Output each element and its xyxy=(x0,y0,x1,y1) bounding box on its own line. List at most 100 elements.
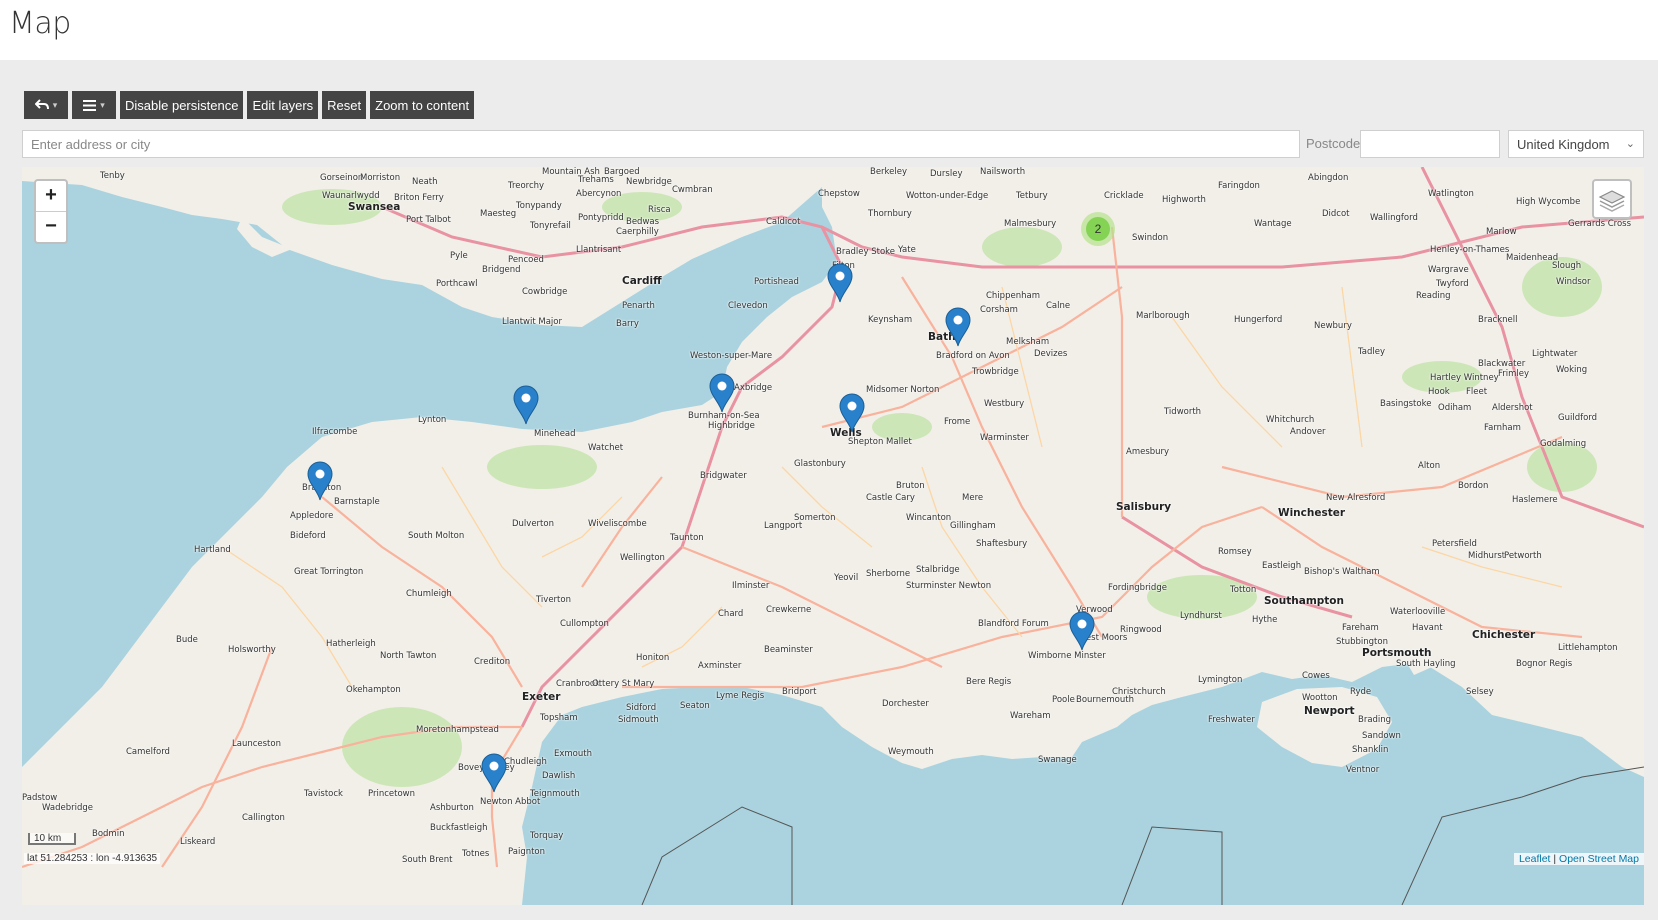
place-label: Maesteg xyxy=(480,209,517,219)
place-label: Exeter xyxy=(522,691,561,703)
place-label: Chumleigh xyxy=(406,589,452,599)
zoom-in-button[interactable]: + xyxy=(36,181,66,211)
place-label: Maidenhead xyxy=(1506,253,1559,263)
reset-button[interactable]: Reset xyxy=(322,91,367,119)
place-label: Lightwater xyxy=(1532,349,1578,359)
map-marker[interactable] xyxy=(481,753,507,793)
place-label: Woking xyxy=(1556,365,1588,375)
place-label: Wadebridge xyxy=(42,803,93,813)
hamburger-menu-icon xyxy=(83,99,97,111)
zoom-out-button[interactable]: − xyxy=(36,211,66,242)
country-select[interactable]: United Kingdom ⌄ xyxy=(1508,130,1644,158)
place-label: Dulverton xyxy=(512,519,554,529)
place-label: Wimborne Minster xyxy=(1028,651,1106,661)
place-label: Torquay xyxy=(530,831,564,841)
place-label: Bradley Stoke xyxy=(836,247,896,257)
place-label: Taunton xyxy=(670,533,704,543)
place-label: Padstow xyxy=(22,793,58,803)
place-label: Wotton-under-Edge xyxy=(906,191,989,201)
place-label: Bishop's Waltham xyxy=(1304,567,1380,577)
menu-dropdown-button[interactable]: ▾ xyxy=(72,91,116,119)
place-label: South Molton xyxy=(408,531,465,541)
place-label: Wargrave xyxy=(1428,265,1469,275)
place-label: Southampton xyxy=(1264,595,1344,607)
place-label: Henley-on-Thames xyxy=(1430,245,1510,255)
address-search-input[interactable] xyxy=(22,130,1300,158)
zoom-to-content-button[interactable]: Zoom to content xyxy=(370,91,475,119)
undo-arrow-icon xyxy=(34,99,49,110)
map-marker[interactable] xyxy=(839,393,865,433)
place-label: Sidford xyxy=(626,703,657,713)
place-label: Ottery St Mary xyxy=(592,679,655,689)
undo-dropdown-button[interactable]: ▾ xyxy=(24,91,68,119)
layers-icon xyxy=(1598,190,1626,212)
attribution-separator: | xyxy=(1550,853,1560,865)
place-label: Whitchurch xyxy=(1266,415,1315,425)
disable-persistence-button[interactable]: Disable persistence xyxy=(120,91,244,119)
place-label: Calne xyxy=(1046,301,1071,311)
place-label: Frome xyxy=(944,417,971,427)
map-pin-icon xyxy=(827,263,853,303)
search-row: Postcode United Kingdom ⌄ xyxy=(22,130,1644,158)
map-pin-icon xyxy=(709,373,735,413)
place-label: Morriston xyxy=(360,173,401,183)
postcode-input[interactable] xyxy=(1360,130,1500,158)
map-marker[interactable] xyxy=(513,385,539,425)
place-label: Yate xyxy=(898,245,916,255)
place-label: Launceston xyxy=(232,739,281,749)
place-label: Weston-super-Mare xyxy=(690,351,773,361)
map-marker[interactable] xyxy=(709,373,735,413)
place-label: Portishead xyxy=(754,277,799,287)
place-label: Cowes xyxy=(1302,671,1330,681)
map-marker[interactable] xyxy=(827,263,853,303)
place-label: Exmouth xyxy=(554,749,592,759)
place-label: Wiveliscombe xyxy=(588,519,647,529)
osm-link[interactable]: Open Street Map xyxy=(1559,853,1639,865)
map-marker[interactable] xyxy=(307,461,333,501)
country-select-value: United Kingdom xyxy=(1517,137,1610,152)
place-label: Caldicot xyxy=(766,217,801,227)
map-canvas[interactable]: Tenby Gorseinon Morriston Neath Mountain Ash… xyxy=(22,167,1644,905)
place-label: Chard xyxy=(718,609,744,619)
place-label: Odiham xyxy=(1438,403,1472,413)
place-label: Andover xyxy=(1290,427,1326,437)
place-label: Waunarlwydd xyxy=(322,191,380,201)
maritime-borders xyxy=(641,766,1644,905)
place-label: Pyle xyxy=(450,251,468,261)
place-label: Freshwater xyxy=(1208,715,1255,725)
marker-cluster[interactable]: 2 xyxy=(1081,212,1115,246)
place-label: Westbury xyxy=(984,399,1025,409)
map-marker[interactable] xyxy=(1069,611,1095,651)
place-label: Fordingbridge xyxy=(1108,583,1167,593)
place-label: Thornbury xyxy=(868,209,912,219)
place-label: Dursley xyxy=(930,169,963,179)
place-label: Chudleigh xyxy=(504,757,547,767)
place-label: Bradford on Avon xyxy=(936,351,1010,361)
place-label: Farnham xyxy=(1484,423,1521,433)
zoom-control: + − xyxy=(34,179,68,244)
place-label: Waterlooville xyxy=(1390,607,1446,617)
place-label: Stalbridge xyxy=(916,565,960,575)
map-marker[interactable] xyxy=(945,307,971,347)
place-label: Totnes xyxy=(462,849,490,859)
place-label: Littlehampton xyxy=(1558,643,1618,653)
place-label: Lyme Regis xyxy=(716,691,765,701)
place-label: Petworth xyxy=(1504,551,1542,561)
place-label: Abercynon xyxy=(576,189,622,199)
place-label: Basingstoke xyxy=(1380,399,1432,409)
place-label: Bridgwater xyxy=(700,471,747,481)
page-title: Map xyxy=(9,6,71,41)
place-label: Castle Cary xyxy=(866,493,915,503)
place-label: Bude xyxy=(176,635,198,645)
place-label: Lynton xyxy=(418,415,447,425)
place-label: Hatherleigh xyxy=(326,639,376,649)
place-label: Liskeard xyxy=(180,837,216,847)
leaflet-link[interactable]: Leaflet xyxy=(1519,853,1551,865)
place-label: Stubbington xyxy=(1336,637,1388,647)
place-label: Porthcawl xyxy=(436,279,478,289)
place-label: Seaton xyxy=(680,701,710,711)
edit-layers-button[interactable]: Edit layers xyxy=(247,91,319,119)
place-label: Moretonhampstead xyxy=(416,725,499,735)
place-label: Devizes xyxy=(1034,349,1068,359)
layers-control-button[interactable] xyxy=(1592,179,1632,219)
